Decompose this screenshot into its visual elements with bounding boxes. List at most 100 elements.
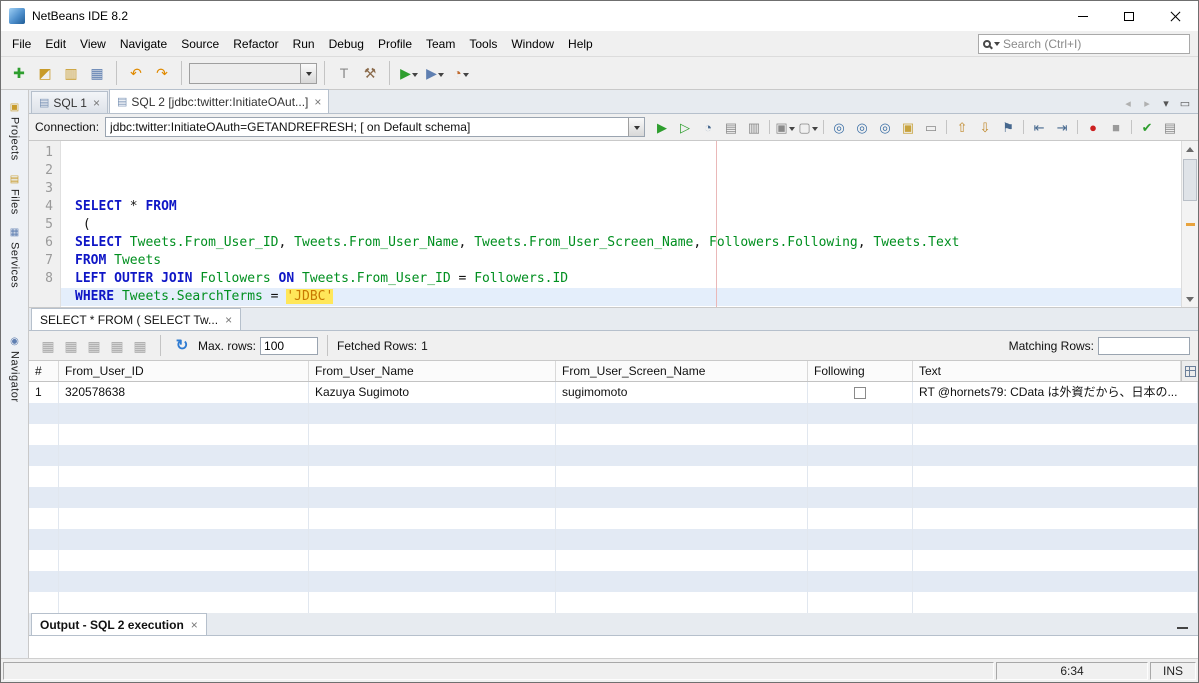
new-file-icon[interactable]: ✚: [7, 61, 31, 85]
previous-occurrence-icon[interactable]: ⇧: [951, 116, 973, 138]
quick-search[interactable]: [978, 34, 1190, 54]
code-line-5[interactable]: LEFT OUTER JOIN Followers ON Tweets.From…: [61, 270, 1181, 288]
validate-sql-icon[interactable]: ✔: [1136, 116, 1158, 138]
menu-item-profile[interactable]: Profile: [371, 33, 419, 55]
cancel-edits-icon[interactable]: ▦: [106, 335, 128, 357]
commit-changes-icon[interactable]: ▦: [83, 335, 105, 357]
sql-history-icon[interactable]: ◔: [697, 116, 719, 138]
sidebar-tab-services[interactable]: ▦Services: [1, 221, 28, 295]
search-dropdown-icon[interactable]: [994, 42, 1000, 49]
maximize-button[interactable]: [1106, 1, 1152, 31]
close-tab-icon[interactable]: ×: [314, 95, 321, 109]
profile-project-icon[interactable]: ◔: [449, 61, 473, 85]
search-input[interactable]: [1003, 37, 1185, 51]
menu-item-edit[interactable]: Edit: [38, 33, 73, 55]
replace-icon[interactable]: ▭: [920, 116, 942, 138]
undo-icon[interactable]: ↶: [124, 61, 148, 85]
code-line-1[interactable]: SELECT * FROM: [61, 198, 1181, 216]
new-project-icon[interactable]: ◩: [33, 61, 57, 85]
start-macro-recording-icon[interactable]: ●: [1082, 116, 1104, 138]
minimize-button[interactable]: [1060, 1, 1106, 31]
code-line-2[interactable]: (: [61, 216, 1181, 234]
config-combo[interactable]: [189, 63, 317, 84]
result-options-icon[interactable]: ▢: [797, 116, 819, 138]
toggle-highlight-icon[interactable]: ▣: [897, 116, 919, 138]
visible-columns-icon[interactable]: ▣: [774, 116, 796, 138]
menu-item-window[interactable]: Window: [504, 33, 561, 55]
column-header-1[interactable]: From_User_ID: [59, 361, 309, 381]
keep-prior-result-icon[interactable]: ▥: [743, 116, 765, 138]
shift-left-icon[interactable]: ⇤: [1028, 116, 1050, 138]
deploy-icon[interactable]: T: [332, 61, 356, 85]
sql-editor[interactable]: 12345678 SELECT * FROM (SELECT Tweets.Fr…: [29, 141, 1198, 308]
connection-combo[interactable]: jdbc:twitter:InitiateOAuth=GETANDREFRESH…: [105, 117, 645, 137]
build-project-icon[interactable]: ⚒: [358, 61, 382, 85]
format-sql-icon[interactable]: ▤: [1159, 116, 1181, 138]
close-output-tab-icon[interactable]: ×: [191, 618, 198, 632]
column-header-2[interactable]: From_User_Name: [309, 361, 556, 381]
find-previous-icon[interactable]: ◎: [874, 116, 896, 138]
toggle-bookmark-icon[interactable]: ⚑: [997, 116, 1019, 138]
close-button[interactable]: [1152, 1, 1198, 31]
table-row[interactable]: 1320578638Kazuya SugimotosugimomotoRT @h…: [29, 382, 1198, 403]
run-sql-icon[interactable]: ▶: [651, 116, 673, 138]
next-occurrence-icon[interactable]: ⇩: [974, 116, 996, 138]
menu-item-source[interactable]: Source: [174, 33, 226, 55]
output-tab[interactable]: Output - SQL 2 execution ×: [31, 613, 207, 635]
sidebar-tab-files[interactable]: ▤Files: [1, 168, 28, 222]
code-line-7[interactable]: ): [61, 306, 1181, 307]
stop-macro-recording-icon[interactable]: ■: [1105, 116, 1127, 138]
title-bar[interactable]: NetBeans IDE 8.2: [1, 1, 1198, 31]
delete-records-icon[interactable]: ▦: [60, 335, 82, 357]
scrollbar-track[interactable]: [1182, 157, 1198, 291]
redo-icon[interactable]: ↷: [150, 61, 174, 85]
tab-dropdown-icon[interactable]: ▾: [1157, 95, 1175, 113]
shift-right-icon[interactable]: ⇥: [1051, 116, 1073, 138]
menu-item-refactor[interactable]: Refactor: [226, 33, 285, 55]
connection-dropdown-icon[interactable]: [628, 118, 644, 136]
editor-tab-1[interactable]: ▤SQL 1×: [31, 91, 108, 113]
code-line-3[interactable]: SELECT Tweets.From_User_ID, Tweets.From_…: [61, 234, 1181, 252]
scroll-up-icon[interactable]: [1182, 141, 1198, 157]
run-statement-icon[interactable]: ▷: [674, 116, 696, 138]
following-checkbox[interactable]: [854, 387, 866, 399]
output-content[interactable]: [29, 636, 1198, 658]
column-header-0[interactable]: #: [29, 361, 59, 381]
sidebar-tab-navigator[interactable]: ◉Navigator: [1, 330, 28, 410]
insert-record-icon[interactable]: ▦: [37, 335, 59, 357]
menu-item-file[interactable]: File: [5, 33, 38, 55]
scroll-tabs-right-icon[interactable]: ▸: [1138, 95, 1156, 113]
sidebar-tab-projects[interactable]: ▣Projects: [1, 96, 28, 168]
close-results-tab-icon[interactable]: ×: [225, 313, 232, 327]
menu-item-navigate[interactable]: Navigate: [113, 33, 174, 55]
config-combo-dropdown-icon[interactable]: [300, 64, 316, 83]
scroll-down-icon[interactable]: [1182, 291, 1198, 307]
open-project-icon[interactable]: ▥: [59, 61, 83, 85]
column-settings-icon[interactable]: [1181, 361, 1198, 382]
menu-item-view[interactable]: View: [73, 33, 113, 55]
debug-project-icon[interactable]: ▶: [423, 61, 447, 85]
run-project-icon[interactable]: ▶: [397, 61, 421, 85]
truncate-table-icon[interactable]: ▦: [129, 335, 151, 357]
close-tab-icon[interactable]: ×: [93, 96, 100, 110]
code-line-6[interactable]: WHERE Tweets.SearchTerms = 'JDBC': [61, 288, 1181, 306]
menu-item-team[interactable]: Team: [419, 33, 462, 55]
column-header-5[interactable]: Text: [913, 361, 1181, 381]
scroll-tabs-left-icon[interactable]: ◂: [1119, 95, 1137, 113]
find-icon[interactable]: ◎: [828, 116, 850, 138]
max-rows-input[interactable]: [260, 337, 318, 355]
save-all-icon[interactable]: ▦: [85, 61, 109, 85]
menu-item-run[interactable]: Run: [286, 33, 322, 55]
column-header-4[interactable]: Following: [808, 361, 913, 381]
maximize-editor-icon[interactable]: ▭: [1176, 95, 1194, 113]
editor-tab-2[interactable]: ▤SQL 2 [jdbc:twitter:InitiateOAut...]×: [109, 89, 329, 113]
find-next-icon[interactable]: ◎: [851, 116, 873, 138]
minimize-output-icon[interactable]: [1177, 621, 1188, 629]
refresh-button[interactable]: ↻: [170, 334, 194, 358]
sql-script-icon[interactable]: ▤: [720, 116, 742, 138]
menu-item-tools[interactable]: Tools: [462, 33, 504, 55]
editor-code[interactable]: SELECT * FROM (SELECT Tweets.From_User_I…: [61, 141, 1181, 307]
editor-scrollbar[interactable]: [1181, 141, 1198, 307]
column-header-3[interactable]: From_User_Screen_Name: [556, 361, 808, 381]
code-line-4[interactable]: FROM Tweets: [61, 252, 1181, 270]
